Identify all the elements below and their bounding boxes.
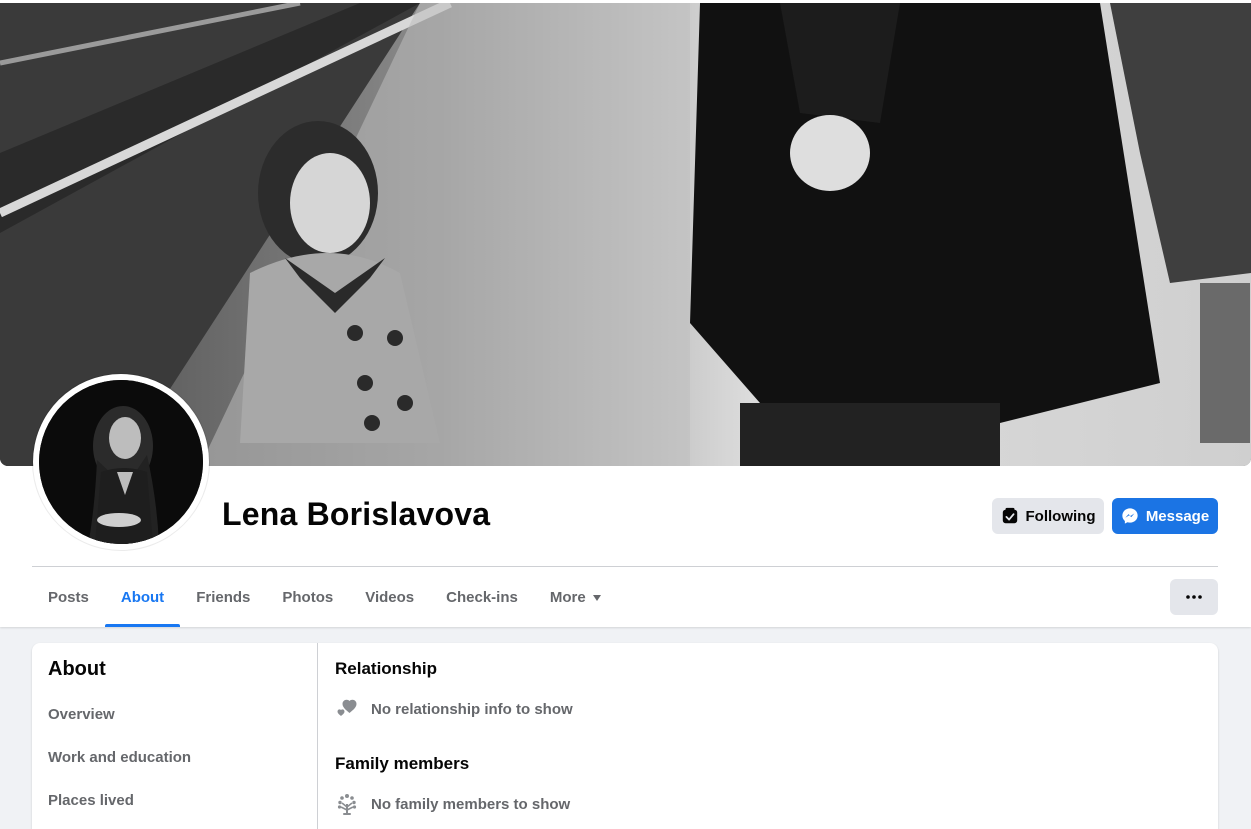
tab-label: More bbox=[549, 588, 586, 606]
profile-page: Lena Borislavova Following Message Posts… bbox=[0, 0, 1251, 829]
hearts-icon bbox=[335, 697, 359, 721]
message-button[interactable]: Message bbox=[1112, 498, 1218, 534]
about-nav-places-lived[interactable]: Places lived bbox=[48, 792, 134, 809]
profile-name: Lena Borislavova bbox=[222, 496, 491, 532]
tab-posts[interactable]: Posts bbox=[32, 567, 105, 627]
profile-picture[interactable] bbox=[33, 374, 209, 550]
about-title: About bbox=[48, 658, 106, 680]
tab-photos[interactable]: Photos bbox=[266, 567, 349, 627]
tab-label: Videos bbox=[365, 588, 415, 606]
following-button[interactable]: Following bbox=[992, 498, 1104, 534]
following-icon bbox=[1001, 507, 1019, 525]
about-nav-work-education[interactable]: Work and education bbox=[48, 749, 191, 766]
tab-label: Check-ins bbox=[446, 588, 518, 606]
avatar-image bbox=[39, 380, 203, 544]
cover-photo-image bbox=[0, 3, 1251, 466]
tab-label: About bbox=[120, 588, 165, 606]
following-label: Following bbox=[1025, 507, 1096, 525]
tab-videos[interactable]: Videos bbox=[349, 567, 430, 627]
tab-check-ins[interactable]: Check-ins bbox=[430, 567, 534, 627]
relationship-heading: Relationship bbox=[335, 659, 438, 678]
tab-more[interactable]: More bbox=[534, 567, 617, 627]
tab-friends[interactable]: Friends bbox=[180, 567, 266, 627]
caret-down-icon bbox=[592, 595, 601, 601]
cover-photo[interactable] bbox=[0, 3, 1251, 466]
more-options-button[interactable] bbox=[1170, 579, 1218, 615]
tab-label: Posts bbox=[48, 588, 89, 606]
profile-tabs: Posts About Friends Photos Videos Check-… bbox=[32, 567, 617, 627]
about-nav: About Overview Work and education Places… bbox=[32, 643, 318, 829]
tab-label: Friends bbox=[196, 588, 251, 606]
profile-header: Lena Borislavova Following Message Posts… bbox=[0, 0, 1251, 627]
about-nav-overview[interactable]: Overview bbox=[48, 706, 115, 723]
family-members-empty-text: No family members to show bbox=[371, 795, 571, 813]
tab-about[interactable]: About bbox=[104, 567, 181, 627]
family-members-row: No family members to show bbox=[335, 792, 570, 816]
family-tree-icon bbox=[335, 792, 359, 816]
messenger-icon bbox=[1121, 507, 1139, 525]
message-label: Message bbox=[1145, 507, 1210, 525]
family-members-heading: Family members bbox=[335, 754, 470, 773]
ellipsis-icon bbox=[1186, 595, 1202, 599]
relationship-empty-text: No relationship info to show bbox=[371, 700, 573, 718]
relationship-row: No relationship info to show bbox=[335, 697, 573, 721]
avatar bbox=[39, 380, 203, 544]
about-card: About Overview Work and education Places… bbox=[32, 643, 1218, 829]
tab-label: Photos bbox=[282, 588, 334, 606]
